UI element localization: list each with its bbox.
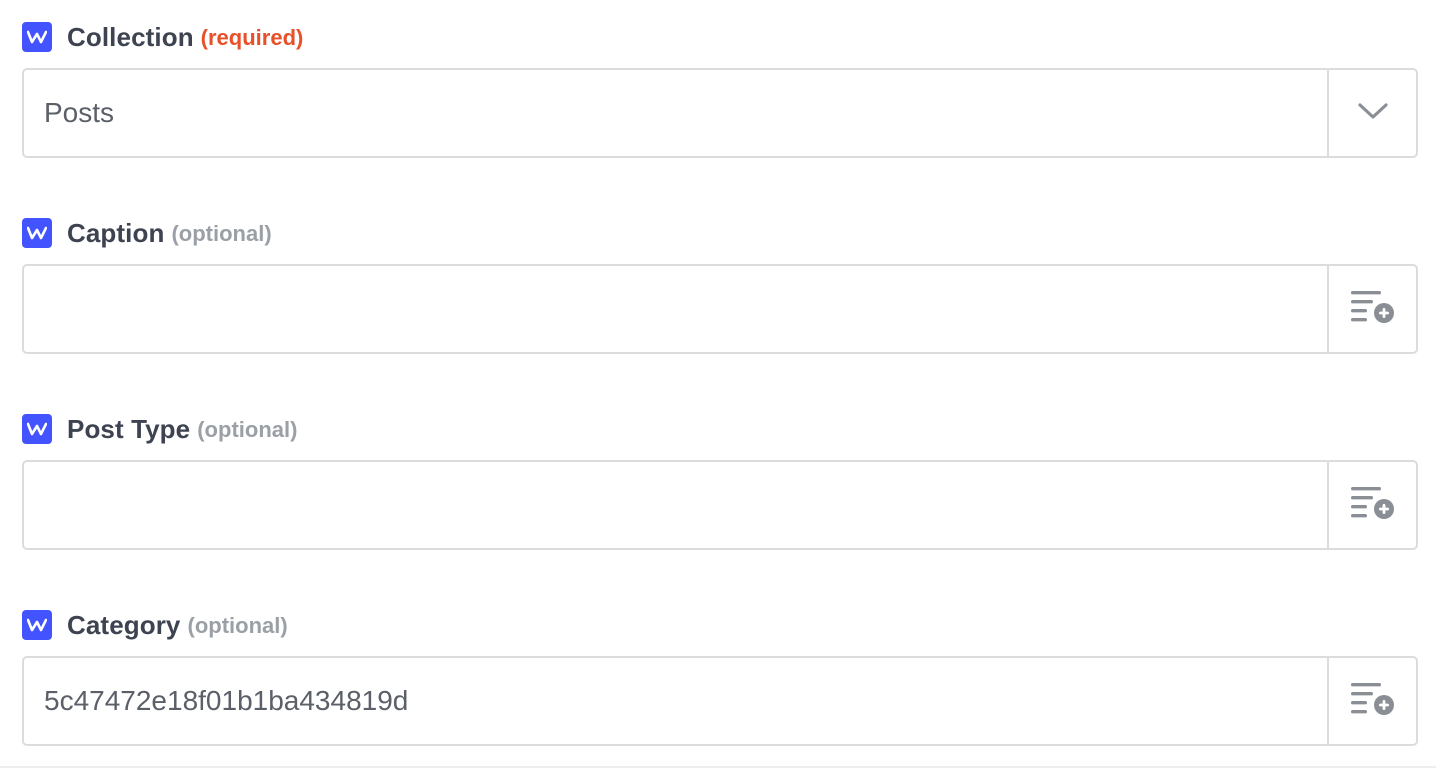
optional-indicator: (optional)	[171, 221, 272, 246]
optional-indicator: (optional)	[197, 417, 298, 442]
field-collection: Collection (required) Posts	[22, 21, 1418, 158]
chevron-down-icon	[1357, 101, 1389, 126]
post-type-input[interactable]	[22, 460, 1418, 550]
caption-input[interactable]	[22, 264, 1418, 354]
insert-data-button[interactable]	[1327, 462, 1416, 548]
insert-data-icon	[1349, 483, 1397, 528]
insert-data-button[interactable]	[1327, 266, 1416, 352]
field-label: Collection	[67, 21, 194, 52]
field-label: Post Type	[67, 413, 191, 444]
required-indicator: (required)	[200, 25, 304, 50]
category-input[interactable]: 5c47472e18f01b1ba434819d	[22, 656, 1418, 746]
collection-selected-value[interactable]: Posts	[24, 70, 1327, 156]
insert-data-button[interactable]	[1327, 658, 1416, 744]
field-label-row: Caption (optional)	[22, 217, 1418, 249]
webflow-w-icon	[22, 22, 52, 52]
field-label-row: Category (optional)	[22, 609, 1418, 641]
field-post-type: Post Type (optional)	[22, 413, 1418, 550]
caption-input-value[interactable]	[24, 266, 1327, 352]
field-label-row: Collection (required)	[22, 21, 1418, 53]
webflow-w-icon	[22, 218, 52, 248]
collection-dropdown[interactable]: Posts	[22, 68, 1418, 158]
field-caption: Caption (optional)	[22, 217, 1418, 354]
category-input-value[interactable]: 5c47472e18f01b1ba434819d	[24, 658, 1327, 744]
webflow-w-icon	[22, 610, 52, 640]
insert-data-icon	[1349, 287, 1397, 332]
field-label: Caption	[67, 217, 165, 248]
webflow-w-icon	[22, 414, 52, 444]
divider	[0, 766, 1436, 768]
action-form: Collection (required) Posts Caption (opt…	[0, 0, 1436, 770]
field-label: Category	[67, 609, 181, 640]
dropdown-toggle-button[interactable]	[1327, 70, 1416, 156]
optional-indicator: (optional)	[187, 613, 288, 638]
field-label-row: Post Type (optional)	[22, 413, 1418, 445]
insert-data-icon	[1349, 679, 1397, 724]
field-category: Category (optional) 5c47472e18f01b1ba434…	[22, 609, 1418, 746]
post-type-input-value[interactable]	[24, 462, 1327, 548]
